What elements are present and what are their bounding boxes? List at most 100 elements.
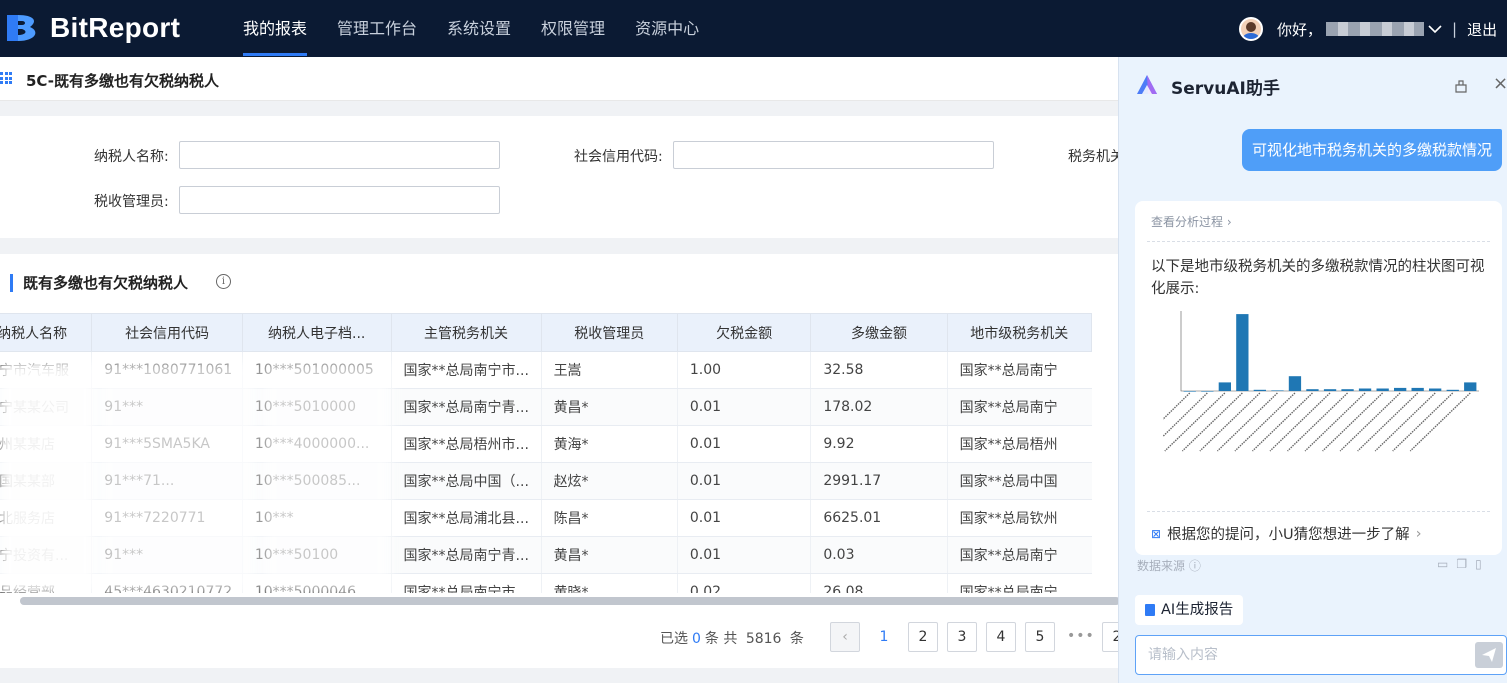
table-cell: 1.00 bbox=[676, 351, 811, 389]
col-header[interactable]: 多缴金额 bbox=[810, 313, 948, 352]
redaction-mask bbox=[98, 361, 258, 593]
credit-code-input[interactable] bbox=[673, 141, 994, 169]
brand-name: BitReport bbox=[50, 12, 181, 43]
info-icon[interactable]: i bbox=[216, 274, 231, 289]
credit-code-label: 社会信用代码: bbox=[574, 149, 663, 165]
chart-bar[interactable] bbox=[1201, 391, 1214, 392]
table-cell: 国家**总局南宁市... bbox=[390, 351, 542, 389]
main-nav: 我的报表 管理工作台 系统设置 权限管理 资源中心 bbox=[228, 0, 714, 57]
view-analysis-link[interactable]: 查看分析过程 › bbox=[1151, 213, 1232, 230]
table-cell: 0.01 bbox=[676, 499, 811, 537]
page-button[interactable]: 3 bbox=[947, 622, 977, 652]
report-button-label: AI生成报告 bbox=[1161, 602, 1234, 618]
send-button[interactable] bbox=[1475, 642, 1503, 668]
col-header[interactable]: 社会信用代码 bbox=[91, 313, 243, 352]
chat-input[interactable] bbox=[1135, 635, 1507, 675]
logo[interactable]: BitReport bbox=[4, 10, 180, 46]
table-cell: 陈昌* bbox=[540, 499, 678, 537]
table-cell: 国家**总局南宁市... bbox=[390, 573, 542, 593]
chart-bar[interactable] bbox=[1411, 387, 1424, 391]
nav-my-reports[interactable]: 我的报表 bbox=[228, 0, 322, 57]
table-header-row: 纳税人名称 社会信用代码 纳税人电子档... 主管税务机关 税收管理员 欠税金额… bbox=[0, 313, 1093, 352]
comment-icon[interactable]: ▭ bbox=[1437, 557, 1456, 571]
nav-permissions[interactable]: 权限管理 bbox=[526, 0, 620, 57]
user-menu[interactable]: 你好， | 退出 bbox=[1239, 16, 1497, 42]
chart-tick-label bbox=[1269, 392, 1331, 452]
page-button[interactable]: 2 bbox=[908, 622, 938, 652]
table-cell: 国家**总局浦北县... bbox=[390, 499, 542, 537]
col-header[interactable]: 纳税人名称 bbox=[0, 313, 93, 352]
table-cell: 黄昌* bbox=[540, 388, 678, 426]
table-cell: 0.02 bbox=[676, 573, 811, 593]
chart-tick-label bbox=[1216, 392, 1278, 452]
tax-office-label: 税务机关 bbox=[1068, 149, 1124, 165]
chart-tick-label bbox=[1287, 392, 1349, 452]
chart-bar[interactable] bbox=[1306, 389, 1319, 391]
page-button[interactable]: 4 bbox=[986, 622, 1016, 652]
chart-bar[interactable] bbox=[1341, 389, 1354, 391]
copy-icon[interactable]: ❐ bbox=[1456, 557, 1475, 571]
nav-resource-center[interactable]: 资源中心 bbox=[620, 0, 714, 57]
chart-bar[interactable] bbox=[1376, 388, 1389, 392]
page-button[interactable]: 5 bbox=[1025, 622, 1055, 652]
selected-count: 0 bbox=[692, 631, 701, 647]
ai-report-button[interactable]: AI生成报告 bbox=[1135, 595, 1244, 625]
scrollbar-thumb[interactable] bbox=[20, 597, 1120, 605]
col-header[interactable]: 地市级税务机关 bbox=[946, 313, 1093, 352]
chart-bar[interactable] bbox=[1446, 389, 1459, 391]
username-redacted bbox=[1326, 22, 1425, 36]
clear-chat-icon[interactable] bbox=[1454, 79, 1468, 93]
feedback-icon[interactable]: ▯ bbox=[1475, 557, 1490, 571]
col-header[interactable]: 纳税人电子档... bbox=[241, 313, 392, 352]
tax-manager-input[interactable] bbox=[179, 186, 500, 214]
chevron-down-icon[interactable] bbox=[1428, 20, 1442, 38]
chart-bar[interactable] bbox=[1323, 389, 1337, 391]
close-icon[interactable]: × bbox=[1493, 75, 1507, 93]
page-button[interactable]: 1 bbox=[869, 622, 899, 652]
col-header[interactable]: 主管税务机关 bbox=[390, 313, 542, 352]
chart-tick-label bbox=[1339, 392, 1401, 452]
chart-bar[interactable] bbox=[1253, 389, 1266, 391]
chart-tick-label bbox=[1322, 392, 1384, 452]
nav-workbench[interactable]: 管理工作台 bbox=[322, 0, 432, 57]
nav-system-settings[interactable]: 系统设置 bbox=[432, 0, 526, 57]
col-header[interactable]: 税收管理员 bbox=[540, 313, 678, 352]
chart-bar[interactable] bbox=[1464, 382, 1477, 391]
data-source-label: 数据来源 bbox=[1137, 559, 1186, 573]
chart-bar[interactable] bbox=[1429, 388, 1442, 392]
taxpayer-name-input[interactable] bbox=[179, 141, 500, 169]
chart-bar[interactable] bbox=[1218, 382, 1231, 391]
pagination-ellipsis[interactable]: ••• bbox=[1067, 628, 1095, 644]
table-cell: 9.92 bbox=[810, 425, 948, 463]
chart-bar[interactable] bbox=[1183, 391, 1196, 392]
selected-prefix: 已选 bbox=[660, 631, 688, 647]
table-cell: 0.01 bbox=[676, 536, 811, 574]
logout-link[interactable]: 退出 bbox=[1467, 19, 1497, 40]
table-cell: 国家**总局梧州 bbox=[946, 425, 1092, 463]
table-card: 既有多缴也有欠税纳税人 i 纳税人名称 社会信用代码 纳税人电子档... 主管税… bbox=[0, 254, 1132, 668]
chart-bar[interactable] bbox=[1288, 376, 1302, 391]
chart-bar[interactable] bbox=[1271, 390, 1284, 391]
chart-tick-label bbox=[1199, 392, 1261, 452]
chart-tick-label bbox=[1392, 392, 1454, 452]
selected-suffix: 条 共 bbox=[704, 631, 738, 647]
chevron-right-icon: › bbox=[1415, 525, 1422, 542]
chart-tick-label bbox=[1251, 392, 1313, 452]
tax-manager-label: 税收管理员: bbox=[94, 194, 169, 210]
user-greeting: 你好， bbox=[1277, 20, 1323, 39]
follow-up-text: 根据您的提问，小U猜您想进一步了解 bbox=[1167, 527, 1410, 543]
view-process-label: 查看分析过程 bbox=[1151, 215, 1224, 229]
col-header[interactable]: 欠税金额 bbox=[676, 313, 812, 352]
chart-bar[interactable] bbox=[1236, 314, 1249, 391]
horizontal-scrollbar[interactable] bbox=[20, 597, 1120, 605]
follow-up-suggestion[interactable]: ⊠ 根据您的提问，小U猜您想进一步了解 › bbox=[1151, 523, 1422, 544]
prev-page-button[interactable]: ‹ bbox=[830, 622, 860, 652]
bar-chart[interactable] bbox=[1163, 299, 1493, 499]
data-source-link[interactable]: 数据来源 ⓘ bbox=[1137, 557, 1201, 574]
page-title: 5C-既有多缴也有欠税纳税人 bbox=[26, 72, 220, 90]
chart-bar[interactable] bbox=[1358, 388, 1372, 392]
chart-tick-label bbox=[1234, 392, 1296, 452]
avatar[interactable] bbox=[1239, 17, 1263, 41]
chart-bar[interactable] bbox=[1394, 387, 1407, 391]
table-cell: 0.01 bbox=[676, 462, 811, 500]
